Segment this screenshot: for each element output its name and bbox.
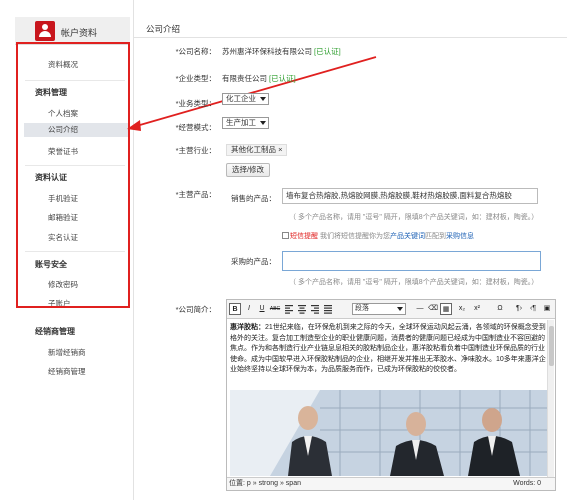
sidebar-item-honor-certificates[interactable]: 荣誉证书 — [48, 146, 78, 157]
table-icon[interactable]: ▦ — [440, 303, 452, 315]
align-justify-icon[interactable] — [322, 303, 334, 315]
sms-reminder-text: 我们将短信提醒你为您 — [319, 233, 390, 240]
editor-content-text: 21世纪来临，在环保危机到来之际的今天，全球环保运动风起云涌，各领域的环保概念受… — [230, 324, 546, 373]
align-right-icon[interactable] — [309, 303, 321, 315]
buy-products-hint: （ 多个产品名称，请用 "逗号" 隔开，限填8个产品关键词，如：建材板，陶瓷。） — [289, 279, 539, 286]
horizontal-rule-icon[interactable]: — — [414, 303, 426, 315]
chevron-down-icon — [260, 121, 266, 125]
sidebar-item-change-password[interactable]: 修改密码 — [48, 279, 78, 290]
sms-reminder-checkbox[interactable] — [282, 232, 289, 239]
main-title-bar: 公司介绍 — [134, 17, 567, 38]
sidebar-item-phone-verify[interactable]: 手机验证 — [48, 193, 78, 204]
editor-scroll-thumb[interactable] — [549, 326, 554, 366]
select-industry-button[interactable]: 选择/修改 — [226, 163, 270, 177]
paragraph-style-value: 段落 — [355, 305, 369, 312]
sell-products-label: 销售的产品： — [231, 194, 276, 203]
sell-products-input[interactable]: 墙布复合热熔胶,热熔胶网膜,热熔胶膜,鞋材热熔胶膜,面料复合热熔胶 — [282, 188, 538, 204]
sidebar-item-sub-account[interactable]: 子账户 — [48, 298, 71, 309]
superscript-icon[interactable]: x² — [471, 303, 483, 315]
sidebar-item-profile-overview[interactable]: 资料概况 — [48, 59, 78, 70]
enterprise-type-row: 有限责任公司 [已认证] — [222, 73, 296, 84]
buy-products-label: 采购的产品： — [231, 257, 276, 266]
italic-icon[interactable]: I — [243, 303, 255, 315]
eraser-icon[interactable]: ⌫ — [427, 303, 439, 315]
sidebar-header: 帐户资料 — [15, 17, 130, 45]
divider — [25, 251, 125, 252]
sidebar-title: 帐户资料 — [61, 28, 98, 38]
sidebar-item-email-verify[interactable]: 邮箱验证 — [48, 212, 78, 223]
business-mode-select[interactable]: 生产加工 — [222, 117, 269, 129]
chevron-down-icon — [397, 307, 403, 311]
user-account-icon — [35, 21, 55, 41]
ltr-direction-icon[interactable]: ¶› — [513, 303, 525, 315]
buy-products-input[interactable] — [282, 251, 541, 271]
divider — [25, 165, 125, 166]
sidebar-item-dealer-management[interactable]: 经销商管理 — [48, 366, 86, 377]
editor-statusbar: 位置: p » strong » span Words: 0 — [227, 477, 555, 490]
rich-text-editor[interactable]: B I U ABC 段落 — ⌫ ▦ x₂ x² Ω ¶› ‹¶ ▣ 惠洋胶粘：… — [226, 299, 556, 491]
product-keywords-link[interactable]: 产品关键词 — [390, 233, 425, 240]
main-products-label: *主营产品： — [175, 190, 216, 199]
business-type-label: *业务类型： — [175, 99, 216, 108]
sidebar: 帐户资料 资料概况 资料管理 个人档案 公司介绍 荣誉证书 资料认证 手机验证 … — [0, 0, 133, 500]
business-mode-value: 生产加工 — [226, 118, 256, 127]
sidebar-item-realname-verify[interactable]: 实名认证 — [48, 232, 78, 243]
special-char-icon[interactable]: Ω — [494, 303, 506, 315]
element-path: 位置: p » strong » span — [229, 480, 301, 487]
sidebar-item-add-dealer[interactable]: 新增经销商 — [48, 347, 86, 358]
page-title: 公司介绍 — [146, 24, 181, 34]
sidebar-group-profile-management: 资料管理 — [35, 88, 67, 97]
business-type-value: 化工企业 — [226, 94, 256, 103]
business-mode-label: *经营模式： — [175, 123, 216, 132]
business-meeting-photo — [230, 390, 547, 476]
sidebar-item-company-intro[interactable]: 公司介绍 — [24, 123, 128, 137]
align-left-icon[interactable] — [283, 303, 295, 315]
chevron-down-icon — [260, 97, 266, 101]
sms-reminder-label[interactable]: 短信提醒 — [290, 233, 318, 240]
company-name-value: 苏州惠洋环保科技有限公司 — [222, 47, 312, 56]
sms-reminder-text-2: 匹配到 — [424, 233, 446, 240]
industry-tag[interactable]: 其他化工制品 × — [226, 144, 288, 156]
sidebar-item-personal-file[interactable]: 个人档案 — [48, 108, 78, 119]
verified-badge: [已认证] — [269, 74, 296, 83]
company-intro-label: *公司简介： — [175, 305, 216, 314]
source-code-icon[interactable]: ▣ — [541, 303, 553, 315]
rtl-direction-icon[interactable]: ‹¶ — [527, 303, 539, 315]
sidebar-group-verification: 资料认证 — [35, 173, 67, 182]
company-name-row: 苏州惠洋环保科技有限公司 [已认证] — [222, 46, 341, 57]
editor-scrollbar[interactable] — [547, 320, 554, 477]
underline-icon[interactable]: U — [256, 303, 268, 315]
editor-toolbar: B I U ABC 段落 — ⌫ ▦ x₂ x² Ω ¶› ‹¶ ▣ — [227, 300, 555, 319]
divider — [133, 0, 134, 500]
divider — [25, 80, 125, 81]
sidebar-group-dealer-management: 经销商管理 — [35, 327, 75, 336]
sell-products-hint: （ 多个产品名称，请用 "逗号" 隔开，限填8个产品关键词，如：建材板，陶瓷。） — [289, 214, 539, 221]
business-type-select[interactable]: 化工企业 — [222, 93, 269, 105]
enterprise-type-value: 有限责任公司 — [222, 74, 267, 83]
bold-icon[interactable]: B — [229, 303, 241, 315]
sms-reminder-row: 短信提醒 我们将短信提醒你为您产品关键词匹配到采购信息 — [282, 231, 474, 241]
sidebar-group-account-security: 账号安全 — [35, 260, 67, 269]
subscript-icon[interactable]: x₂ — [456, 303, 468, 315]
paragraph-style-select[interactable]: 段落 — [352, 303, 406, 315]
industry-label: *主营行业： — [175, 146, 216, 155]
align-center-icon[interactable] — [296, 303, 308, 315]
word-count: Words: 0 — [513, 480, 541, 487]
strikethrough-icon[interactable]: ABC — [269, 303, 281, 315]
purchase-info-link[interactable]: 采购信息 — [446, 233, 474, 240]
verified-badge: [已认证] — [314, 47, 341, 56]
company-name-label: *公司名称： — [175, 47, 216, 56]
editor-content[interactable]: 惠洋胶粘：21世纪来临，在环保危机到来之际的今天，全球环保运动风起云涌，各领域的… — [230, 323, 548, 376]
enterprise-type-label: *企业类型： — [175, 74, 216, 83]
editor-content-bold: 惠洋胶粘： — [230, 324, 265, 331]
